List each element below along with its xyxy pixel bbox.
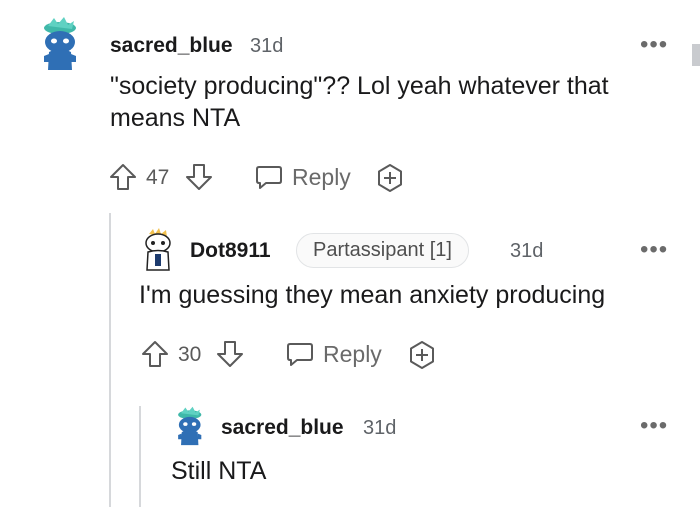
more-options-icon[interactable]: •••: [640, 414, 668, 438]
vote-count: 47: [146, 166, 170, 189]
arrow-up-icon[interactable]: [108, 162, 138, 192]
username[interactable]: Dot8911: [190, 239, 271, 263]
thread-line[interactable]: [109, 213, 111, 507]
speech-bubble-icon: [256, 166, 282, 189]
timestamp[interactable]: 31d: [510, 240, 543, 263]
reply-label: Reply: [292, 163, 351, 190]
arrow-up-icon[interactable]: [140, 339, 170, 369]
arrow-down-icon[interactable]: [184, 162, 214, 192]
user-avatar[interactable]: [140, 228, 176, 274]
speech-bubble-icon: [287, 343, 313, 366]
username[interactable]: sacred_blue: [110, 34, 233, 58]
timestamp[interactable]: 31d: [363, 417, 396, 440]
thread-line[interactable]: [139, 406, 141, 507]
reply-button[interactable]: Reply: [285, 339, 382, 369]
user-avatar[interactable]: [172, 406, 206, 448]
arrow-down-icon[interactable]: [215, 339, 245, 369]
comment-body: Still NTA: [171, 457, 267, 485]
reply-label: Reply: [323, 340, 382, 367]
timestamp[interactable]: 31d: [250, 35, 283, 58]
more-options-icon[interactable]: •••: [640, 238, 668, 262]
more-options-icon[interactable]: •••: [640, 33, 668, 57]
scrollbar[interactable]: [692, 44, 700, 66]
award-icon[interactable]: [407, 340, 437, 370]
award-icon[interactable]: [375, 163, 405, 193]
user-flair: Partassipant [1]: [296, 233, 469, 268]
vote-count: 30: [178, 343, 202, 366]
comment-body: I'm guessing they mean anxiety producing: [139, 281, 606, 309]
user-avatar[interactable]: [36, 16, 82, 74]
username[interactable]: sacred_blue: [221, 416, 344, 440]
comment-body: "society producing"?? Lol yeah whatever …: [110, 72, 609, 132]
reply-button[interactable]: Reply: [254, 162, 351, 192]
